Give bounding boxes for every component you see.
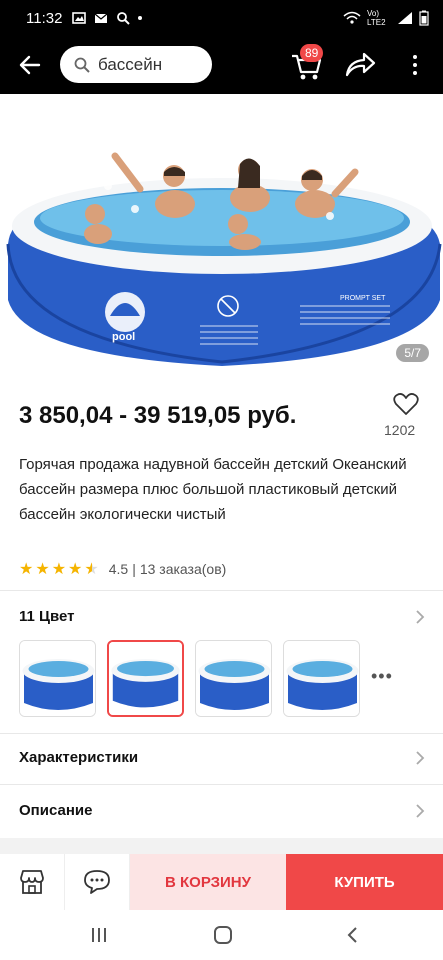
color-swatch[interactable] bbox=[283, 640, 360, 717]
chevron-right-icon[interactable] bbox=[414, 804, 426, 818]
rating-separator: | bbox=[132, 561, 136, 577]
status-system-icons: Vo) LTE2 bbox=[343, 9, 429, 27]
status-notification-icons bbox=[72, 11, 143, 25]
chat-icon bbox=[84, 870, 110, 894]
cart-count-badge: 89 bbox=[300, 44, 324, 62]
back-nav-icon[interactable] bbox=[345, 926, 361, 944]
color-swatch[interactable] bbox=[195, 640, 272, 717]
color-swatches bbox=[19, 640, 360, 717]
rating-row[interactable]: ★ ★ ★ ★ ★ 4.5 | 13 заказа(ов) bbox=[19, 559, 226, 579]
gallery-notification-icon bbox=[72, 12, 87, 24]
product-image-gallery[interactable]: pool PROMPT SET 5/7 bbox=[0, 94, 443, 368]
description-row-label[interactable]: Описание bbox=[19, 802, 92, 819]
add-to-cart-button[interactable]: В КОРЗИНУ bbox=[130, 854, 286, 910]
chevron-right-icon[interactable] bbox=[414, 751, 426, 765]
star-icon: ★ bbox=[19, 561, 34, 578]
wishlist-count: 1202 bbox=[384, 422, 416, 438]
recents-icon[interactable] bbox=[90, 926, 108, 944]
back-button[interactable] bbox=[0, 36, 60, 94]
star-icon: ★ bbox=[51, 561, 67, 578]
specs-row-label[interactable]: Характеристики bbox=[19, 749, 138, 766]
wishlist-button[interactable] bbox=[390, 392, 422, 421]
heart-icon bbox=[393, 393, 419, 415]
mail-notification-icon bbox=[95, 13, 108, 23]
search-input[interactable]: бассейн bbox=[60, 46, 212, 83]
divider bbox=[0, 733, 443, 734]
rating-stars: ★ ★ ★ ★ ★ bbox=[19, 559, 99, 579]
star-icon: ★ bbox=[35, 561, 50, 578]
search-icon bbox=[74, 57, 90, 73]
store-icon bbox=[20, 870, 44, 894]
dot-icon bbox=[138, 16, 143, 20]
store-button[interactable] bbox=[0, 854, 65, 910]
battery-icon bbox=[419, 10, 429, 26]
section-spacer bbox=[0, 838, 443, 854]
half-star-icon: ★ bbox=[84, 561, 99, 578]
pool-image: pool PROMPT SET bbox=[0, 94, 443, 368]
product-title: Горячая продажа надувной бассейн детский… bbox=[19, 456, 407, 523]
signal-icon bbox=[398, 12, 412, 24]
buy-now-button[interactable]: КУПИТЬ bbox=[286, 854, 443, 910]
pool-thumbnail bbox=[196, 641, 271, 716]
home-icon[interactable] bbox=[213, 925, 233, 945]
status-bar: 11:32 Vo) LTE2 bbox=[0, 0, 443, 36]
status-time: 11:32 bbox=[26, 9, 63, 27]
pool-thumbnail bbox=[109, 642, 182, 715]
network-label: Vo) LTE2 bbox=[367, 9, 386, 27]
colors-label[interactable]: 11 Цвет bbox=[19, 608, 75, 625]
rating-value: 4.5 bbox=[108, 561, 129, 577]
divider bbox=[0, 590, 443, 591]
star-icon: ★ bbox=[68, 561, 83, 578]
search-notification-icon bbox=[117, 12, 131, 25]
pool-thumbnail bbox=[284, 641, 359, 716]
search-query: бассейн bbox=[98, 54, 163, 74]
more-vert-button[interactable] bbox=[405, 50, 425, 80]
divider bbox=[0, 784, 443, 785]
svg-text:PROMPT SET: PROMPT SET bbox=[340, 295, 386, 302]
bottom-action-bar: В КОРЗИНУ КУПИТЬ bbox=[0, 854, 443, 910]
app-bar: бассейн 89 bbox=[0, 36, 443, 94]
image-counter: 5/7 bbox=[396, 344, 429, 362]
chevron-right-icon[interactable] bbox=[414, 610, 426, 624]
product-price: 3 850,04 - 39 519,05 руб. bbox=[19, 402, 297, 429]
wifi-icon bbox=[343, 11, 361, 24]
chat-button[interactable] bbox=[65, 854, 130, 910]
more-colors-dots[interactable]: ••• bbox=[371, 666, 393, 687]
share-button[interactable] bbox=[344, 50, 376, 80]
system-nav-bar bbox=[0, 910, 443, 960]
svg-text:pool: pool bbox=[112, 331, 135, 343]
back-arrow-icon bbox=[19, 55, 41, 75]
pool-thumbnail bbox=[20, 641, 95, 716]
orders-count: 13 заказа(ов) bbox=[139, 561, 227, 577]
color-swatch-selected[interactable] bbox=[107, 640, 184, 717]
color-swatch[interactable] bbox=[19, 640, 96, 717]
